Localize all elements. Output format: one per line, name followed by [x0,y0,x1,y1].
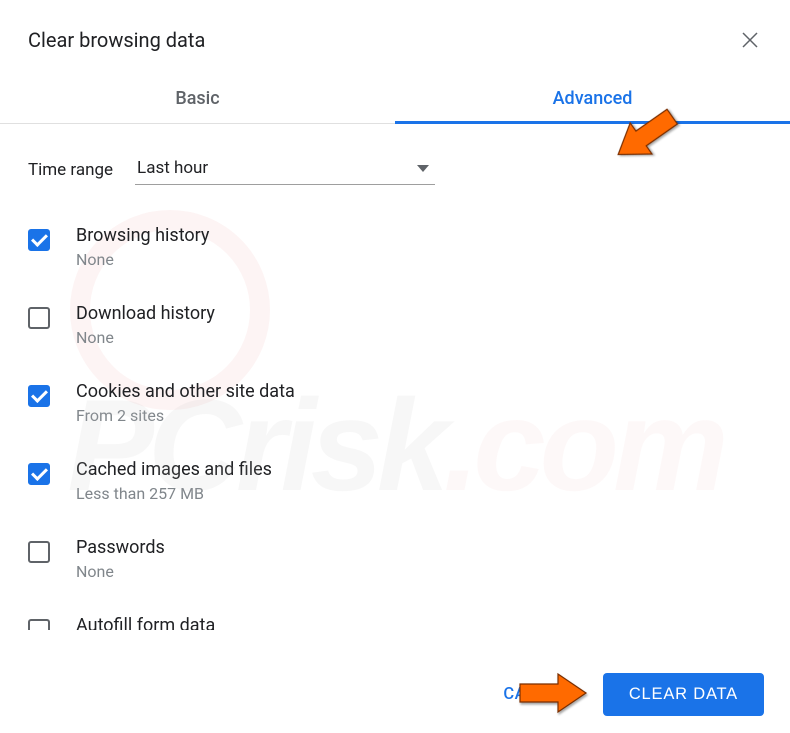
option-browsing-history: Browsing history None [28,225,762,269]
time-range-label: Time range [28,160,113,180]
checkbox-autofill[interactable] [28,619,50,630]
option-autofill: Autofill form data [28,615,762,630]
option-title: Passwords [76,537,165,558]
checkbox-download-history[interactable] [28,307,50,329]
time-range-select[interactable]: Last hour [135,154,435,185]
close-button[interactable] [738,28,762,52]
annotation-arrow-clear [516,668,588,718]
options-content: Time range Last hour Browsing history No… [0,124,790,630]
option-download-history: Download history None [28,303,762,347]
option-title: Browsing history [76,225,209,246]
clear-browsing-data-dialog: Clear browsing data Basic Advanced Time … [0,0,790,733]
option-title: Autofill form data [76,615,215,630]
checkbox-passwords[interactable] [28,541,50,563]
option-cookies: Cookies and other site data From 2 sites [28,381,762,425]
option-subtitle: None [76,562,165,581]
option-title: Cached images and files [76,459,272,480]
option-passwords: Passwords None [28,537,762,581]
checkbox-cached[interactable] [28,463,50,485]
dialog-header: Clear browsing data [0,0,790,72]
tab-advanced[interactable]: Advanced [395,72,790,123]
time-range-value: Last hour [137,158,208,178]
chevron-down-icon [417,165,429,172]
option-title: Cookies and other site data [76,381,295,402]
options-scroll-area[interactable]: Time range Last hour Browsing history No… [0,124,790,630]
option-subtitle: Less than 257 MB [76,484,272,503]
dialog-title: Clear browsing data [28,28,205,52]
tab-basic[interactable]: Basic [0,72,395,123]
clear-data-button[interactable]: CLEAR DATA [603,673,764,716]
checkbox-browsing-history[interactable] [28,229,50,251]
option-subtitle: None [76,328,215,347]
option-subtitle: None [76,250,209,269]
close-icon [741,31,759,49]
dialog-footer: CANCEL CLEAR DATA [0,655,790,733]
checkbox-cookies[interactable] [28,385,50,407]
option-cached: Cached images and files Less than 257 MB [28,459,762,503]
option-subtitle: From 2 sites [76,406,295,425]
option-title: Download history [76,303,215,324]
